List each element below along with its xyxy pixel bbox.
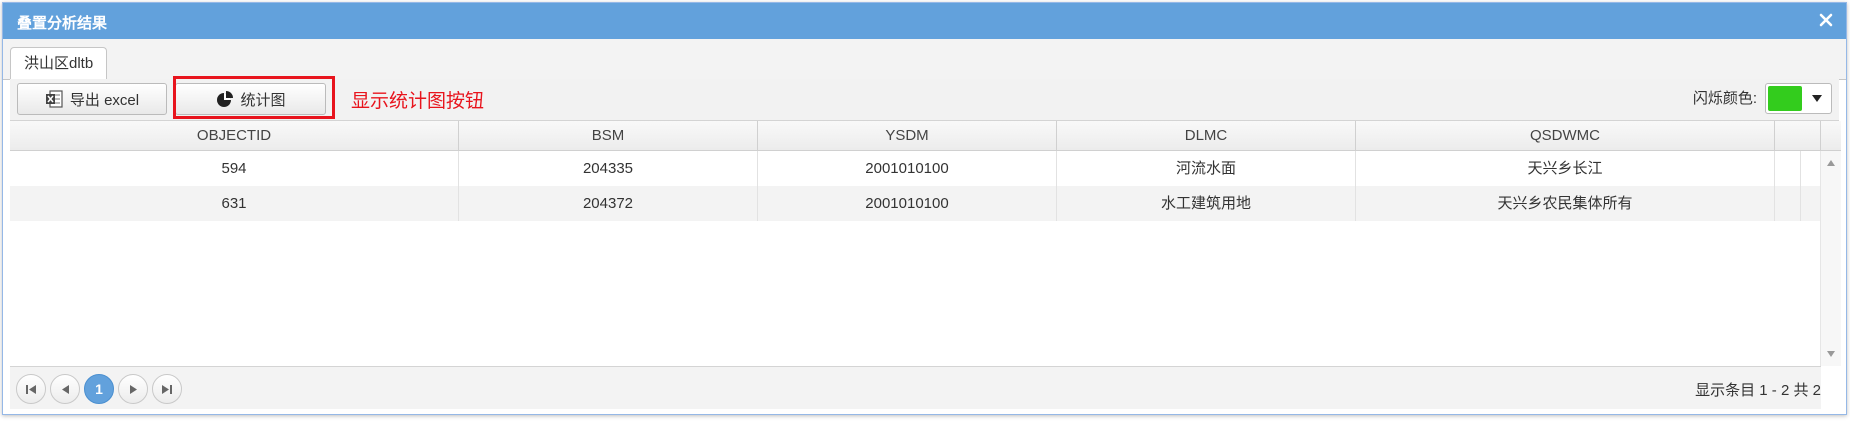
scroll-up-icon[interactable] (1821, 155, 1841, 171)
window-titlebar: 叠置分析结果 (3, 3, 1846, 39)
table-cell: 河流水面 (1057, 151, 1356, 186)
table-cell (1775, 186, 1801, 221)
color-swatch (1768, 86, 1802, 111)
table-cell: 631 (10, 186, 459, 221)
column-header[interactable]: YSDM (758, 121, 1057, 150)
pagination-info: 显示条目 1 - 2 共 2 (1695, 382, 1821, 399)
table-cell: 204335 (459, 151, 758, 186)
table-cell: 204372 (459, 186, 758, 221)
export-excel-button[interactable]: 导出 excel (17, 83, 167, 115)
window-title: 叠置分析结果 (17, 15, 108, 32)
table-cell: 2001010100 (758, 151, 1057, 186)
statistics-chart-label: 统计图 (240, 91, 286, 109)
annotation-text: 显示统计图按钮 (351, 91, 485, 112)
export-excel-label: 导出 excel (69, 91, 140, 109)
grid-header: OBJECTID BSM YSDM DLMC QSDWMC (10, 121, 1841, 151)
scroll-down-icon[interactable] (1821, 346, 1841, 362)
table-row[interactable]: 594 204335 2001010100 河流水面 天兴乡长江 (10, 151, 1821, 186)
page-number-button[interactable]: 1 (84, 374, 114, 404)
table-cell: 水工建筑用地 (1057, 186, 1356, 221)
table-cell (1775, 151, 1801, 186)
column-header[interactable]: DLMC (1057, 121, 1356, 150)
column-header[interactable]: OBJECTID (10, 121, 459, 150)
close-icon[interactable] (1814, 8, 1838, 32)
last-page-button[interactable] (152, 374, 182, 404)
results-grid: OBJECTID BSM YSDM DLMC QSDWMC 594 204335… (10, 121, 1841, 366)
first-page-button[interactable] (16, 374, 46, 404)
table-cell: 天兴乡农民集体所有 (1356, 186, 1775, 221)
excel-icon (45, 90, 63, 108)
column-header[interactable]: BSM (459, 121, 758, 150)
analysis-result-window: 叠置分析结果 洪山区dltb 导出 excel 统计图 显示统计图按钮 闪烁颜色… (2, 2, 1847, 415)
pie-chart-icon (215, 90, 234, 108)
chevron-down-icon[interactable] (1803, 84, 1831, 113)
statistics-chart-button[interactable]: 统计图 (175, 83, 326, 115)
flash-color-picker[interactable] (1765, 83, 1832, 114)
tab-bar: 洪山区dltb (3, 39, 1846, 80)
tab-dltb[interactable]: 洪山区dltb (10, 47, 108, 80)
vertical-scrollbar[interactable] (1820, 151, 1841, 366)
last-page-icon (162, 381, 172, 398)
next-page-button[interactable] (118, 374, 148, 404)
table-row[interactable]: 631 204372 2001010100 水工建筑用地 天兴乡农民集体所有 (10, 186, 1821, 221)
prev-page-button[interactable] (50, 374, 80, 404)
grid-body: 594 204335 2001010100 河流水面 天兴乡长江 631 204… (10, 151, 1821, 221)
flash-color-label: 闪烁颜色: (1692, 90, 1757, 107)
column-header[interactable]: QSDWMC (1356, 121, 1775, 150)
pagination-bar: 1 显示条目 1 - 2 共 2 (10, 366, 1821, 409)
table-cell: 594 (10, 151, 459, 186)
first-page-icon (26, 381, 36, 398)
table-cell: 天兴乡长江 (1356, 151, 1775, 186)
column-header-empty (1775, 121, 1821, 150)
toolbar: 导出 excel 统计图 显示统计图按钮 闪烁颜色: (10, 76, 1839, 121)
prev-page-icon (61, 381, 69, 398)
table-cell: 2001010100 (758, 186, 1057, 221)
next-page-icon (129, 381, 137, 398)
